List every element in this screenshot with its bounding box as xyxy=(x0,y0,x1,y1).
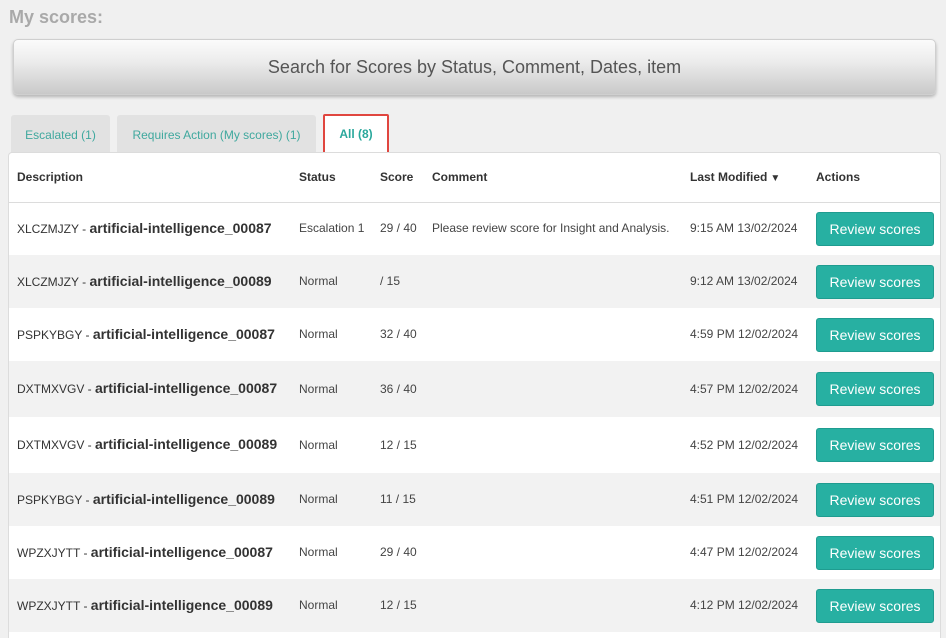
score-cell: / 15 xyxy=(380,274,401,288)
status-cell: Normal xyxy=(299,492,338,506)
review-scores-button[interactable]: Review scores xyxy=(816,428,934,462)
last-modified-cell: 4:59 PM 12/02/2024 xyxy=(690,327,799,341)
actions-cell: Review scores xyxy=(808,579,940,632)
score-code: WPZXJYTT - xyxy=(17,545,88,560)
comment-cell xyxy=(424,417,682,473)
item-name: artificial-intelligence_00087 xyxy=(95,380,278,396)
actions-cell: Review scores xyxy=(808,202,940,255)
page-title: My scores: xyxy=(9,7,104,27)
review-scores-button[interactable]: Review scores xyxy=(816,588,934,623)
score-cell: 32 / 40 xyxy=(380,327,417,341)
comment-cell xyxy=(424,473,682,526)
last-modified-cell: 4:52 PM 12/02/2024 xyxy=(690,437,799,452)
table-row: DXTMXVGV - artificial-intelligence_00089… xyxy=(9,417,940,473)
description-cell: DXTMXVGV - artificial-intelligence_00089 xyxy=(9,417,291,473)
table-header-row: Description Status Score Comment Last Mo… xyxy=(9,153,940,203)
column-header-last-modified[interactable]: Last Modified ▼ xyxy=(682,153,808,203)
status-cell: Normal xyxy=(299,327,338,341)
score-code: PSPKYBGY - xyxy=(17,492,90,507)
actions-cell: Review scores xyxy=(808,473,940,526)
status-cell: Normal xyxy=(299,274,338,288)
table-row: PSPKYBGY - artificial-intelligence_00089… xyxy=(9,473,940,526)
score-code: PSPKYBGY - xyxy=(17,327,90,342)
score-code: XLCZMJZY - xyxy=(17,221,87,236)
review-scores-button[interactable]: Review scores xyxy=(816,372,934,406)
last-modified-cell: 4:47 PM 12/02/2024 xyxy=(690,545,799,559)
actions-cell: Review scores xyxy=(808,417,940,473)
score-cell: 11 / 15 xyxy=(380,492,416,506)
column-header-last-modified-label: Last Modified xyxy=(690,170,768,185)
actions-cell: Review scores xyxy=(808,308,940,361)
tab-escalated[interactable]: Escalated (1) xyxy=(11,115,110,154)
last-modified-cell: 9:15 AM 13/02/2024 xyxy=(690,221,798,236)
score-code: DXTMXVGV - xyxy=(17,438,92,452)
score-cell: 29 / 40 xyxy=(380,221,417,236)
review-scores-button[interactable]: Review scores xyxy=(816,264,934,299)
table-row: DXTMXVGV - artificial-intelligence_00087… xyxy=(9,361,940,417)
description-cell: XLCZMJZY - artificial-intelligence_00089 xyxy=(9,255,291,308)
comment-cell xyxy=(424,361,682,417)
column-header-score[interactable]: Score xyxy=(372,153,424,203)
sort-descending-icon[interactable]: ▼ xyxy=(770,173,780,184)
review-scores-button[interactable]: Review scores xyxy=(816,211,934,246)
description-cell: PSPKYBGY - artificial-intelligence_00089 xyxy=(9,473,291,526)
scores-table: Description Status Score Comment Last Mo… xyxy=(9,153,940,632)
item-name: artificial-intelligence_00087 xyxy=(89,219,272,236)
review-scores-button[interactable]: Review scores xyxy=(816,317,934,352)
score-cell: 36 / 40 xyxy=(380,381,417,396)
item-name: artificial-intelligence_00089 xyxy=(90,596,273,613)
score-cell: 12 / 15 xyxy=(380,598,417,612)
item-name: artificial-intelligence_00089 xyxy=(95,436,278,452)
column-header-actions: Actions xyxy=(808,153,940,203)
score-code: DXTMXVGV - xyxy=(17,382,92,396)
status-cell: Normal xyxy=(299,381,338,396)
item-name: artificial-intelligence_00089 xyxy=(92,490,275,507)
description-cell: WPZXJYTT - artificial-intelligence_00089 xyxy=(9,579,291,632)
status-cell: Normal xyxy=(299,598,338,612)
search-scores-button[interactable]: Search for Scores by Status, Comment, Da… xyxy=(13,39,936,95)
description-cell: XLCZMJZY - artificial-intelligence_00087 xyxy=(9,202,291,255)
status-cell: Normal xyxy=(299,437,338,452)
column-header-comment[interactable]: Comment xyxy=(424,153,682,203)
comment-cell xyxy=(424,308,682,361)
last-modified-cell: 4:57 PM 12/02/2024 xyxy=(690,381,799,396)
column-header-status[interactable]: Status xyxy=(291,153,372,203)
last-modified-cell: 4:51 PM 12/02/2024 xyxy=(690,492,799,506)
table-row: XLCZMJZY - artificial-intelligence_00089… xyxy=(9,255,940,308)
scores-page: My scores: Search for Scores by Status, … xyxy=(0,0,946,638)
comment-cell xyxy=(424,526,682,579)
comment-cell: Please review score for Insight and Anal… xyxy=(432,221,670,236)
score-code: WPZXJYTT - xyxy=(17,598,88,613)
score-cell: 29 / 40 xyxy=(380,545,417,559)
description-cell: DXTMXVGV - artificial-intelligence_00087 xyxy=(9,361,291,417)
description-cell: WPZXJYTT - artificial-intelligence_00087 xyxy=(9,526,291,579)
item-name: artificial-intelligence_00087 xyxy=(92,325,275,342)
comment-cell xyxy=(424,255,682,308)
actions-cell: Review scores xyxy=(808,361,940,417)
status-cell: Escalation 1 xyxy=(299,221,365,236)
tab-all[interactable]: All (8) xyxy=(323,114,389,154)
comment-cell xyxy=(424,579,682,632)
actions-cell: Review scores xyxy=(808,526,940,579)
description-cell: PSPKYBGY - artificial-intelligence_00087 xyxy=(9,308,291,361)
tab-requires-action[interactable]: Requires Action (My scores) (1) xyxy=(117,115,316,154)
item-name: artificial-intelligence_00089 xyxy=(89,272,272,289)
review-scores-button[interactable]: Review scores xyxy=(816,535,934,570)
last-modified-cell: 9:12 AM 13/02/2024 xyxy=(690,274,798,288)
table-row: WPZXJYTT - artificial-intelligence_00089… xyxy=(9,579,940,632)
score-cell: 12 / 15 xyxy=(380,437,417,452)
item-name: artificial-intelligence_00087 xyxy=(90,543,273,560)
score-code: XLCZMJZY - xyxy=(17,274,87,289)
table-row: WPZXJYTT - artificial-intelligence_00087… xyxy=(9,526,940,579)
table-row: XLCZMJZY - artificial-intelligence_00087… xyxy=(9,202,940,255)
status-cell: Normal xyxy=(299,545,338,559)
last-modified-cell: 4:12 PM 12/02/2024 xyxy=(690,598,799,612)
column-header-description[interactable]: Description xyxy=(9,153,291,203)
actions-cell: Review scores xyxy=(808,255,940,308)
table-row: PSPKYBGY - artificial-intelligence_00087… xyxy=(9,308,940,361)
scores-table-container: Description Status Score Comment Last Mo… xyxy=(8,152,941,638)
review-scores-button[interactable]: Review scores xyxy=(816,482,934,517)
